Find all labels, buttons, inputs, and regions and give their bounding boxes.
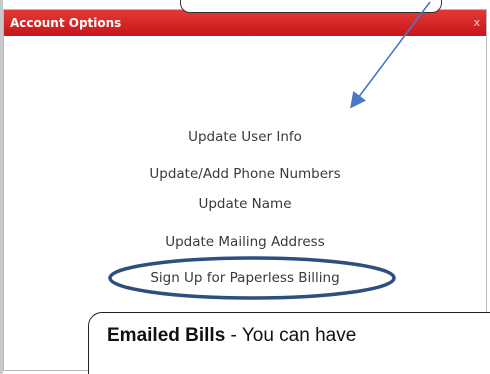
update-name-link[interactable]: Update Name — [0, 196, 490, 212]
callout-bold-text: Emailed Bills — [107, 325, 226, 346]
screenshot-stage: Account Options x Update User Info Updat… — [0, 0, 490, 374]
emailed-bills-callout: Emailed Bills - You can have — [88, 312, 490, 374]
update-user-info-link[interactable]: Update User Info — [0, 129, 490, 145]
update-add-phone-numbers-link[interactable]: Update/Add Phone Numbers — [0, 166, 490, 182]
sign-up-paperless-billing-link[interactable]: Sign Up for Paperless Billing — [0, 270, 490, 286]
callout-body-text: - You can have — [225, 325, 357, 346]
update-mailing-address-link[interactable]: Update Mailing Address — [0, 234, 490, 250]
